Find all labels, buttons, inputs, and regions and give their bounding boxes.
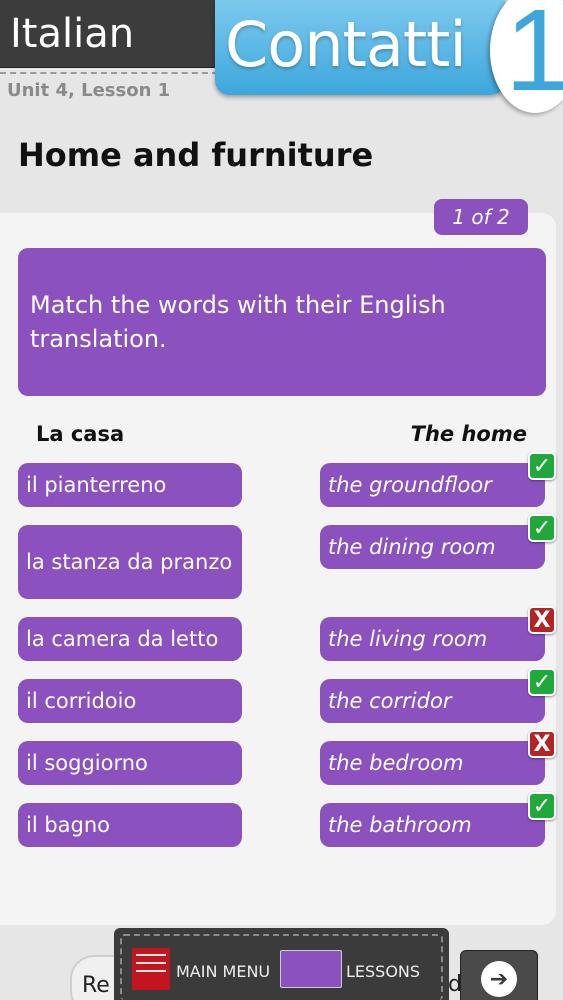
italian-word-label: il bagno [26,813,111,837]
correct-check-icon: ✓ [528,514,556,542]
english-word[interactable]: the bedroom [320,741,545,785]
english-word[interactable]: the bathroom [320,803,545,847]
italian-word-label: la stanza da pranzo [26,550,233,574]
brand-logo: Contatti [215,0,505,95]
english-word-label: the bathroom [328,813,472,837]
english-word-label: the corridor [328,689,452,713]
italian-word-label: il soggiorno [26,751,148,775]
italian-word[interactable]: il corridoio [18,679,242,723]
italian-word[interactable]: la stanza da pranzo [18,525,242,599]
brand-name: Contatti [225,8,467,81]
english-word-label: the living room [328,627,488,651]
english-word[interactable]: the groundfloor [320,463,545,507]
book-line [136,962,166,964]
header-language-panel: Italian [0,0,218,68]
unit-lesson-label: Unit 4, Lesson 1 [7,80,171,101]
italian-word[interactable]: il bagno [18,803,242,847]
column-header-italian: La casa [36,422,125,446]
header-divider [0,72,218,74]
correct-check-icon: ✓ [528,668,556,696]
english-word-label: the groundfloor [328,473,492,497]
english-word[interactable]: the living room [320,617,545,661]
lessons-button[interactable]: LESSONS [346,962,420,981]
brand-number: 1 [505,0,563,115]
instructions-box: Match the words with their English trans… [18,248,546,396]
incorrect-cross-icon: X [528,730,556,758]
bottom-navigation-bar: MAIN MENU LESSONS [114,928,449,1000]
english-word-label: the bedroom [328,751,464,775]
italian-word-label: la camera da letto [26,627,219,651]
lessons-book-icon[interactable] [280,950,342,988]
english-word-label: the dining room [328,535,496,559]
italian-word[interactable]: il soggiorno [18,741,242,785]
column-header-english: The home [410,422,527,446]
correct-check-icon: ✓ [528,792,556,820]
main-menu-button[interactable]: MAIN MENU [176,962,270,981]
italian-word[interactable]: la camera da letto [18,617,242,661]
page-title: Home and furniture [18,136,374,174]
english-word[interactable]: the dining room [320,525,545,569]
english-word[interactable]: the corridor [320,679,545,723]
arrow-right-icon: ➔ [481,961,517,997]
main-menu-book-icon[interactable] [132,948,170,990]
book-line [136,954,166,956]
italian-word[interactable]: il pianterreno [18,463,242,507]
page-counter: 1 of 2 [434,199,528,235]
correct-check-icon: ✓ [528,452,556,480]
next-button[interactable]: ➔ [460,950,538,1000]
reset-button-label: Re [82,973,110,998]
italian-word-label: il pianterreno [26,473,167,497]
language-title: Italian [10,11,135,57]
italian-word-label: il corridoio [26,689,137,713]
book-line [136,970,166,972]
incorrect-cross-icon: X [528,606,556,634]
